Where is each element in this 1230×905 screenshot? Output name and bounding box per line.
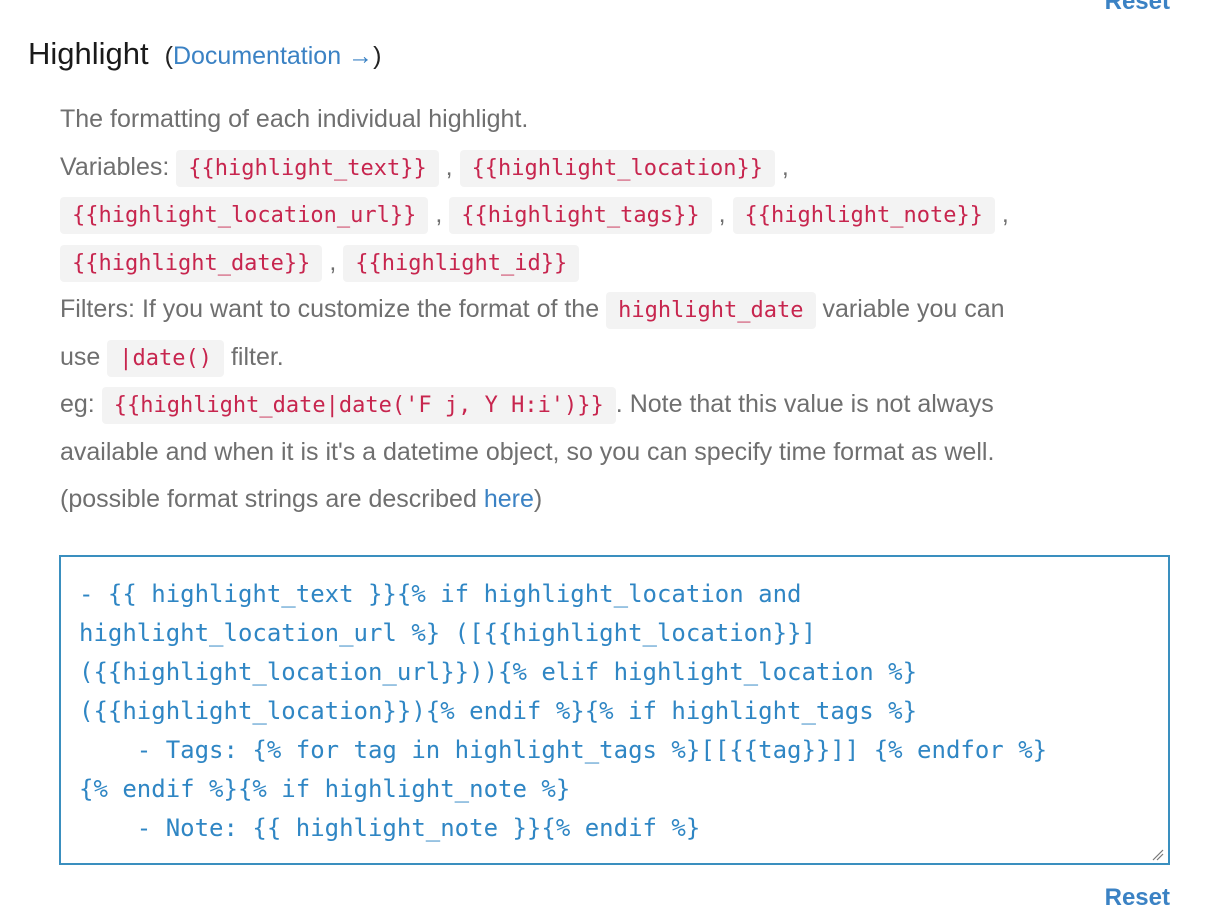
format-strings-text: (possible format strings are described — [60, 485, 477, 513]
filter-word: filter. — [230, 342, 284, 371]
format-strings-close: ) — [533, 485, 543, 513]
format-strings-line: (possible format strings are described h… — [60, 476, 1172, 524]
here-link[interactable]: here — [484, 485, 534, 513]
separator: , — [781, 152, 789, 181]
separator: , — [329, 247, 337, 276]
separator: , — [1001, 200, 1009, 228]
variable-highlight-text: {{highlight_text}} — [176, 149, 439, 187]
resize-handle-icon[interactable] — [1152, 849, 1164, 861]
description-text: The formatting of each individual highli… — [60, 105, 529, 133]
variable-highlight-location-url: {{highlight_location_url}} — [60, 197, 429, 234]
section-heading: Highlight (Documentation →) — [28, 36, 381, 72]
example-code: {{highlight_date|date('F j, Y H:i')}} — [101, 387, 616, 424]
template-editor[interactable]: - {{ highlight_text }}{% if highlight_lo… — [59, 555, 1170, 865]
doc-close-paren: ) — [373, 42, 382, 70]
availability-line: available and when it is it's a datetime… — [60, 429, 1172, 477]
documentation-link[interactable]: Documentation → — [173, 42, 373, 70]
example-note: . Note that this value is not always — [615, 390, 994, 418]
variable-highlight-id: {{highlight_id}} — [343, 244, 580, 282]
variable-highlight-note: {{highlight_note}} — [732, 197, 995, 234]
filters-line: Filters: If you want to customize the fo… — [60, 286, 1172, 334]
filters-use-line: use |date() filter. — [60, 334, 1172, 382]
section-description: The formatting of each individual highli… — [60, 96, 1172, 524]
example-label: eg: — [60, 390, 95, 418]
variable-highlight-tags: {{highlight_tags}} — [449, 197, 712, 234]
section-title: Highlight — [28, 36, 149, 71]
separator: , — [718, 200, 726, 228]
example-line: eg: {{highlight_date|date('F j, Y H:i')}… — [60, 381, 1172, 429]
filters-variable: highlight_date — [606, 292, 816, 329]
description-line: The formatting of each individual highli… — [60, 96, 1172, 144]
filters-tail: variable you can — [822, 295, 1005, 323]
documentation-wrapper: (Documentation →) — [165, 42, 382, 71]
filters-text: Filters: If you want to customize the fo… — [60, 295, 600, 323]
variables-line: {{highlight_location_url}} , {{highlight… — [60, 191, 1172, 239]
reset-link-top[interactable]: Reset — [1105, 0, 1170, 14]
availability-text: available and when it is it's a datetime… — [60, 437, 995, 466]
variables-line: Variables: {{highlight_text}} , {{highli… — [60, 144, 1172, 192]
variable-highlight-date: {{highlight_date}} — [60, 244, 323, 282]
separator: , — [435, 200, 443, 228]
variable-highlight-location: {{highlight_location}} — [459, 149, 775, 187]
variables-line: {{highlight_date}} , {{highlight_id}} — [60, 239, 1172, 287]
doc-open-paren: ( — [164, 42, 173, 70]
date-filter-code: |date() — [107, 339, 224, 377]
variables-label: Variables: — [60, 152, 170, 181]
separator: , — [445, 152, 453, 181]
reset-link-bottom[interactable]: Reset — [1105, 886, 1170, 905]
use-text: use — [60, 342, 101, 371]
